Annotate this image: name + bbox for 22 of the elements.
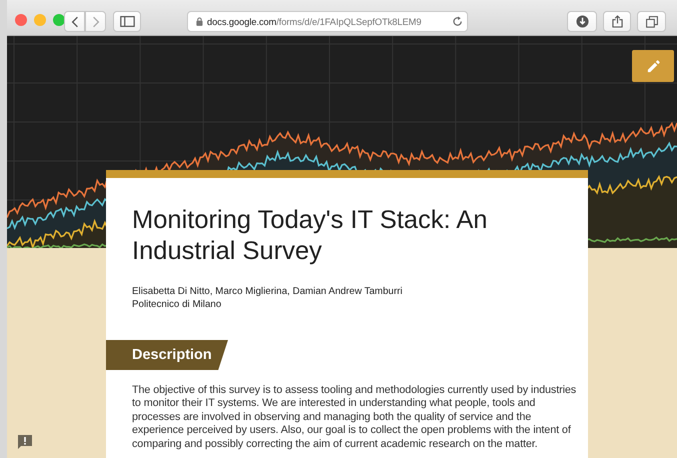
feedback-icon[interactable]: [17, 434, 33, 450]
back-icon: [70, 16, 78, 28]
url-text: docs.google.com/forms/d/e/1FAIpQLSepfOTk8LEM9: [207, 16, 422, 27]
affiliation-text: Politecnico di Milano: [131, 298, 222, 311]
download-icon: [576, 15, 588, 28]
back-button[interactable]: [64, 11, 85, 32]
reload-icon[interactable]: [452, 16, 463, 27]
forward-icon: [92, 16, 100, 28]
pencil-icon: [646, 58, 660, 74]
download-button[interactable]: [567, 11, 597, 32]
form-title: Monitoring Today's IT Stack: An Industrial Survey: [131, 205, 488, 267]
share-button[interactable]: [603, 11, 631, 32]
tabs-icon: [646, 16, 658, 28]
section-title: Description: [132, 347, 212, 363]
sidebar-button[interactable]: [113, 11, 141, 32]
description-text: The objective of this survey is to assess tooling and methodologies currently used by industries to monitor their IT systems. We are interested in understanding what people, tools and processes are involved in observing and managing both the quality of service and the experience perceived by users. Also, our goal is to collect the open problems with the intent of comparing and possibly correcting the aim of current academic research on the matter.: [131, 384, 578, 452]
address-bar[interactable]: docs.google.com/forms/d/e/1FAIpQLSepfOTk8LEM9: [187, 11, 468, 32]
lock-icon: [196, 17, 203, 26]
share-icon: [612, 15, 622, 28]
authors-text: Elisabetta Di Nitto, Marco Miglierina, Damian Andrew Tamburri: [131, 285, 404, 298]
tabs-button[interactable]: [637, 11, 666, 32]
sidebar-icon: [120, 16, 134, 27]
